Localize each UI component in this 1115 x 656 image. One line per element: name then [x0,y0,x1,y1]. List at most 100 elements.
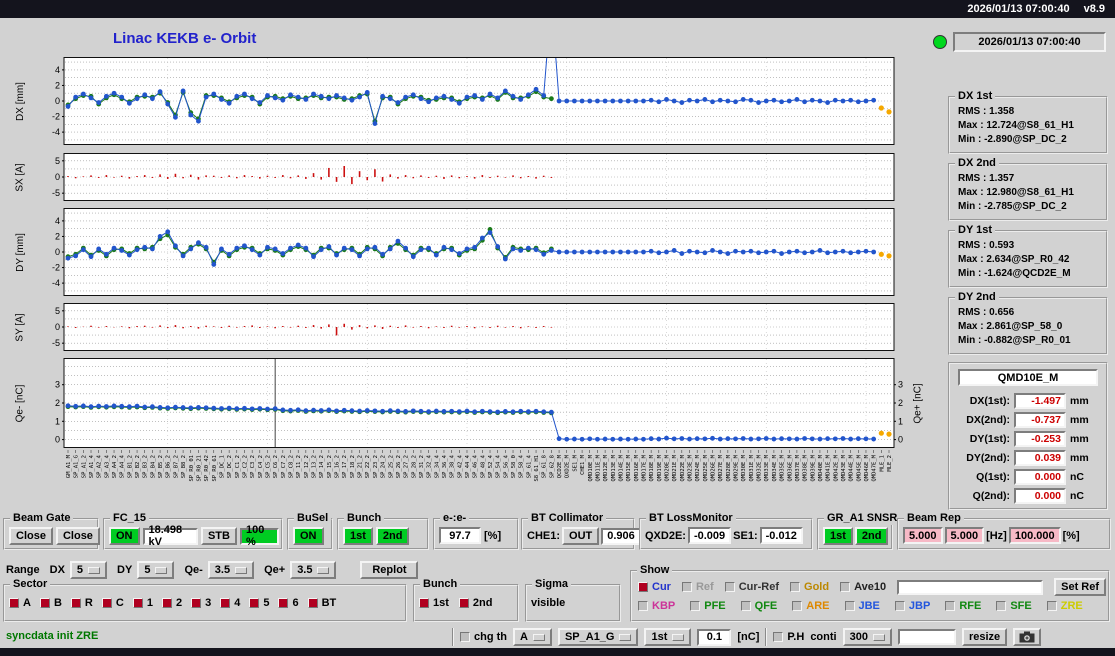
sector-b-check-indicator[interactable] [39,598,50,608]
sector-3-check-indicator[interactable] [191,598,202,608]
set-ref-button[interactable]: Set Ref [1054,578,1107,596]
svg-text:SP_32_4: SP_32_4 [427,454,433,478]
show-cur-check-indicator[interactable] [638,582,648,592]
bt-collimator-group: BT Collimator CHE1: OUT 0.906 [521,512,641,550]
sector-c-check-indicator[interactable] [101,598,112,608]
show-pfe-checkbox[interactable]: PFE [690,600,726,612]
bunch-select-1st-check-indicator[interactable] [419,598,429,608]
show-sfe-check-indicator[interactable] [996,601,1007,611]
svg-text:0: 0 [898,435,903,445]
show-jbe-checkbox[interactable]: JBE [844,600,880,612]
show-rfe-checkbox[interactable]: RFE [945,600,981,612]
bunch-2nd-button[interactable]: 2nd [375,527,410,545]
show-ref-checkbox[interactable]: Ref [681,581,714,593]
svg-text:QMD23E_M: QMD23E_M [688,454,694,481]
che1-state-button[interactable]: OUT [562,527,600,545]
sector-r-check-indicator[interactable] [70,598,81,608]
sector-2-check-indicator[interactable] [161,598,172,608]
show-gold-check-indicator[interactable] [790,582,801,592]
screenshot-button[interactable] [1013,628,1042,646]
monitor-row-unit: mm [1070,394,1089,407]
show-jbp-check-indicator[interactable] [894,601,905,611]
show-qfe-check-indicator[interactable] [740,601,751,611]
resize-button[interactable]: resize [961,628,1008,646]
chg-th-check-indicator[interactable] [460,632,470,642]
show-ave10-checkbox[interactable]: Ave10 [840,581,886,593]
fc15-on-button[interactable]: ON [109,527,140,545]
bunch-1st-button[interactable]: 1st [343,527,373,545]
sector-bt-checkbox[interactable]: BT [307,597,336,609]
threshold-input[interactable]: 0.1 [697,628,732,646]
gr-a1-2nd-button[interactable]: 2nd [854,527,889,545]
beam-gate-close-1-button[interactable]: Close [9,527,53,545]
range-dropdown-dx[interactable]: 5 [69,561,108,579]
misc-entry-input[interactable] [897,629,956,645]
sector-6-check-indicator[interactable] [278,598,289,608]
show-ave10-text: Ave10 [854,581,887,593]
sector-1-check-indicator[interactable] [132,598,143,608]
sector-2-checkbox[interactable]: 2 [161,597,182,609]
replot-button[interactable]: Replot [360,561,419,579]
show-jbe-check-indicator[interactable] [844,601,855,611]
show-pfe-check-indicator[interactable] [690,601,701,611]
svg-text:SP_A1_2: SP_A1_2 [81,455,87,478]
svg-text:2: 2 [55,80,60,90]
bunch-select-1st-checkbox[interactable]: 1st [419,597,449,609]
busel-on-button[interactable]: ON [293,527,324,545]
bunch-dropdown[interactable]: 1st [644,628,692,646]
gr-a1-1st-button[interactable]: 1st [823,527,853,545]
show-sfe-checkbox[interactable]: SFE [996,600,1032,612]
bunch-select-2nd-check-indicator[interactable] [458,598,469,608]
show-kbp-checkbox[interactable]: KBP [638,600,675,612]
sigma-visible-toggle[interactable]: visible [531,597,565,609]
show-gold-checkbox[interactable]: Gold [790,581,829,593]
beam-rep-1st-readout: 5.000 [903,527,943,544]
svg-text:-5: -5 [52,188,60,198]
range-dropdown-qe[interactable]: 3.5 [290,561,337,579]
range-dropdown-dy[interactable]: 5 [137,561,175,579]
svg-text:QMD20E_M: QMD20E_M [665,454,671,481]
show-cur-ref-checkbox[interactable]: Cur-Ref [724,581,779,593]
ref-name-input[interactable] [897,579,1044,595]
sector-a-check-indicator[interactable] [9,598,19,608]
bunch-value: 1st [651,631,668,643]
show-jbp-checkbox[interactable]: JBP [894,600,930,612]
chg-th-checkbox[interactable]: chg th [460,631,507,643]
sector-c-checkbox[interactable]: C [101,597,124,609]
sector-6-checkbox[interactable]: 6 [278,597,299,609]
sigma-label: Sigma [532,578,572,591]
sector-3-checkbox[interactable]: 3 [191,597,211,609]
sector-r-checkbox[interactable]: R [70,597,93,609]
dropdown-indicator-icon [155,566,168,574]
show-rfe-check-indicator[interactable] [945,601,956,611]
show-zre-checkbox[interactable]: ZRE [1046,600,1083,612]
sector-bt-check-indicator[interactable] [307,598,318,608]
fc15-stb-button[interactable]: STB [200,527,237,545]
bunch-select-2nd-checkbox[interactable]: 2nd [458,597,492,609]
sector-5-check-indicator[interactable] [249,598,260,608]
show-are-checkbox[interactable]: ARE [792,600,830,612]
sector-1-checkbox[interactable]: 1 [132,597,153,609]
mode-dropdown[interactable]: A [513,628,552,646]
show-kbp-check-indicator[interactable] [638,601,648,611]
sector-4-checkbox[interactable]: 4 [220,597,240,609]
show-qfe-checkbox[interactable]: QFE [740,600,777,612]
points-dropdown[interactable]: 300 [842,628,892,646]
show-cur-checkbox[interactable]: Cur [638,581,671,593]
svg-text:QMD38E_M: QMD38E_M [803,454,809,481]
stats-box-dx-1st: DX 1st RMS : 1.358 Max : 12.724@S8_61_H1 Mi… [948,90,1108,154]
sector-5-checkbox[interactable]: 5 [249,597,269,609]
sector-4-check-indicator[interactable] [220,598,231,608]
beam-gate-close-2-button[interactable]: Close [55,527,100,545]
ph-check-indicator[interactable] [773,632,784,642]
show-are-check-indicator[interactable] [792,601,803,611]
show-ref-check-indicator[interactable] [681,582,692,592]
show-ave10-check-indicator[interactable] [840,582,851,592]
show-cur-ref-check-indicator[interactable] [724,582,735,592]
ph-checkbox[interactable]: P.H [773,631,804,643]
show-zre-check-indicator[interactable] [1046,601,1057,611]
bpm-dropdown[interactable]: SP_A1_G [557,628,639,646]
sector-a-checkbox[interactable]: A [9,597,31,609]
range-dropdown-qe[interactable]: 3.5 [207,561,255,579]
sector-b-checkbox[interactable]: B [39,597,62,609]
